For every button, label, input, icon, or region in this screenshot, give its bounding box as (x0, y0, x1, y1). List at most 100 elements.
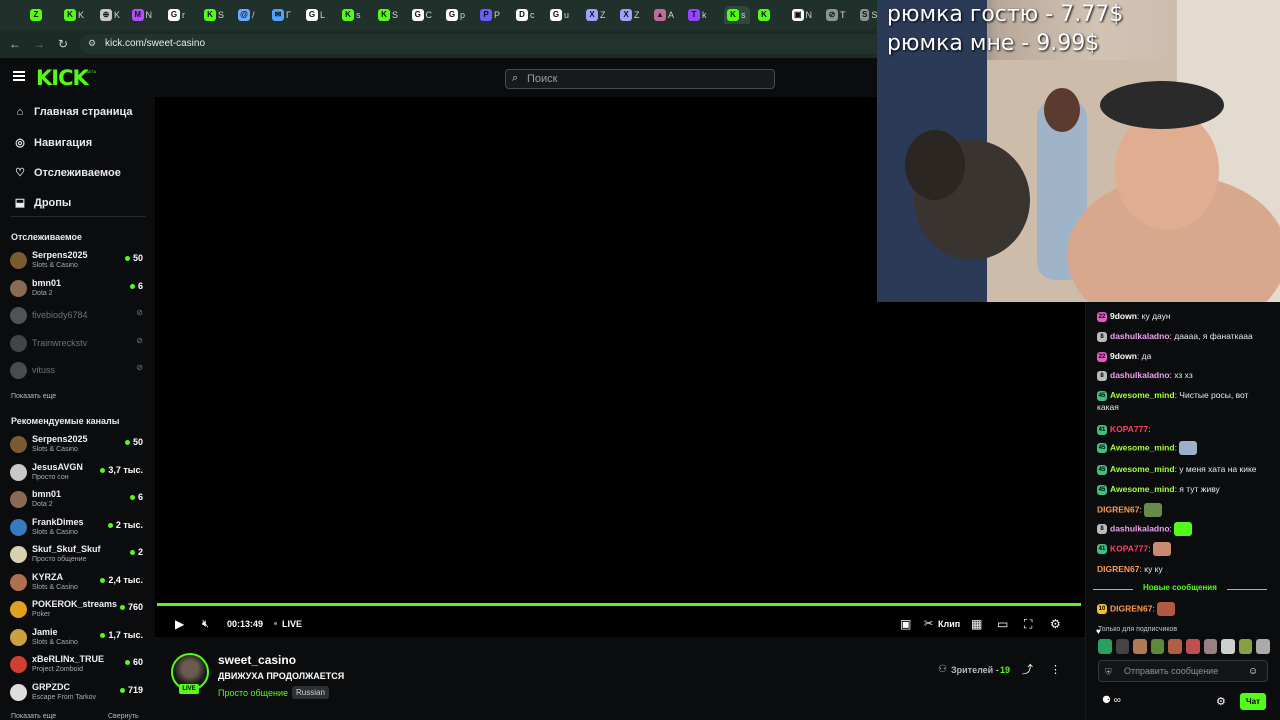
chat-message[interactable]: 8 dashulkaladno: хз хз (1097, 369, 1269, 381)
chat-username[interactable]: KOPA777 (1110, 424, 1148, 434)
chat-username[interactable]: dashulkaladno (1110, 523, 1170, 533)
sidebar-nav-item[interactable]: ⌂ Главная страница (14, 106, 133, 118)
new-messages-divider[interactable]: Новые сообщения (1093, 583, 1271, 595)
chat-message[interactable]: 10 DIGREN67: (1097, 602, 1269, 616)
browser-tab[interactable]: ▣ N (792, 6, 812, 24)
channel-item[interactable]: xBeRLINx_TRUE Project Zomboid 60 (10, 653, 145, 679)
chat-username[interactable]: DIGREN67 (1110, 603, 1153, 613)
fullscreen-icon[interactable]: ⛶ (1024, 617, 1032, 631)
browser-tab[interactable]: PP (480, 6, 500, 24)
chat-username[interactable]: Awesome_mind (1110, 442, 1175, 452)
emote-icon[interactable] (1203, 639, 1218, 654)
chat-username[interactable]: 9down (1110, 311, 1137, 321)
chat-settings-icon[interactable]: ⚙ (1216, 695, 1226, 709)
miniplayer-icon[interactable]: ▣ (900, 617, 911, 631)
streamer-name[interactable]: sweet_casino (218, 653, 296, 667)
emote-icon[interactable] (1221, 639, 1235, 654)
chat-username[interactable]: Awesome_mind (1110, 390, 1175, 400)
live-label[interactable]: LIVE (282, 619, 302, 629)
browser-tab[interactable]: K (758, 6, 778, 24)
share-icon[interactable]: ⤴ (1022, 663, 1033, 677)
browser-tab[interactable]: ▲ A (654, 6, 674, 24)
chat-username[interactable]: dashulkaladno (1110, 331, 1170, 341)
browser-tab[interactable]: KS (204, 6, 224, 24)
chat-message[interactable]: DIGREN67: (1097, 503, 1269, 517)
theater-mode-icon[interactable]: ▭ (997, 617, 1008, 631)
chat-send-button[interactable]: Чат (1240, 693, 1266, 710)
browser-tab[interactable]: MN (132, 6, 152, 24)
channel-item[interactable]: Skuf_Skuf_Skuf Просто общение 2 (10, 543, 145, 569)
browser-tab[interactable]: @ / (238, 6, 258, 24)
show-more-recommended[interactable]: Показать еще (11, 713, 56, 720)
chat-message[interactable]: 41 KOPA777: (1097, 423, 1269, 435)
browser-tab[interactable]: Ks (342, 6, 362, 24)
back-icon[interactable]: ← (7, 36, 23, 52)
browser-tab[interactable]: XZ (620, 6, 640, 24)
chat-message[interactable]: 45 Awesome_mind: (1097, 441, 1269, 455)
channel-item[interactable]: Jamie Slots & Casino 1,7 тыс. (10, 626, 145, 652)
emote-icon[interactable] (1133, 639, 1147, 654)
progress-bar[interactable] (157, 603, 1081, 606)
sidebar-nav-item[interactable]: ♡ Отслеживаемое (14, 166, 121, 180)
channel-item[interactable]: vituss ⊘ (10, 359, 145, 385)
channel-item[interactable]: Trainwreckstv ⊘ (10, 332, 145, 358)
emote-icon[interactable] (1185, 639, 1200, 654)
browser-tab[interactable]: Gr (168, 6, 188, 24)
browser-tab[interactable]: Dc (516, 6, 536, 24)
sidebar-nav-item[interactable]: ⬓ Дропы (14, 196, 72, 210)
quality-icon[interactable]: ▦ (971, 617, 982, 631)
menu-icon[interactable] (13, 71, 25, 81)
channel-item[interactable]: POKEROK_streams Poker 760 (10, 598, 145, 624)
forward-icon[interactable]: → (31, 36, 47, 52)
mute-icon[interactable]: 🔇︎ (202, 617, 209, 631)
chat-message[interactable]: 22 9down: ку даун (1097, 310, 1269, 322)
chat-message[interactable]: 22 9down: да (1097, 350, 1269, 362)
emote-icon[interactable] (1115, 639, 1130, 654)
chat-message[interactable]: 8 dashulkaladno: (1097, 522, 1269, 536)
shield-icon[interactable]: ⛨ (1105, 665, 1112, 679)
channel-item[interactable]: bmn01 Dota 26 (10, 488, 145, 514)
emote-icon[interactable] (1098, 639, 1112, 654)
channel-item[interactable]: fivebiody6784 ⊘ (10, 304, 145, 330)
channel-item[interactable]: FrankDimes Slots & Casino 2 тыс. (10, 516, 145, 542)
sidebar-nav-item[interactable]: ◎ Навигация (14, 136, 92, 150)
clip-icon[interactable]: ✂ (924, 617, 933, 631)
chat-username[interactable]: Awesome_mind (1110, 484, 1175, 494)
chat-message[interactable]: 45 Awesome_mind: у меня хата на кике (1097, 463, 1269, 475)
reload-icon[interactable]: ↻ (55, 36, 71, 52)
emote-icon[interactable] (1150, 639, 1165, 654)
channel-item[interactable]: GRPZDC Escape From Tarkov 719 (10, 681, 145, 707)
browser-tab[interactable]: KS (378, 6, 398, 24)
language-tag[interactable]: Russian (292, 686, 329, 699)
chat-username[interactable]: KOPA777 (1110, 543, 1148, 553)
channel-item[interactable]: KYRZA Slots & Casino 2,4 тыс. (10, 571, 145, 597)
browser-tab[interactable]: GC (412, 6, 432, 24)
chat-message[interactable]: 45 Awesome_mind: Чистые росы, вот какая (1097, 389, 1269, 413)
stream-category[interactable]: Просто общение (218, 688, 288, 698)
chat-message[interactable]: 8 dashulkaladno: даааа, я фанаткааа (1097, 330, 1269, 342)
browser-tab[interactable]: Gu (550, 6, 570, 24)
channel-item[interactable]: JesusAVGN Просто сон 3,7 тыс. (10, 461, 145, 487)
emote-icon[interactable] (1168, 639, 1182, 654)
channel-item[interactable]: Serpens2025 Slots & Casino 50 (10, 433, 145, 459)
more-options-icon[interactable]: ⋮ (1050, 663, 1061, 677)
show-more-following[interactable]: Показать еще (11, 393, 56, 400)
chat-message[interactable]: DIGREN67: ку ку (1097, 563, 1269, 575)
chat-username[interactable]: DIGREN67 (1097, 564, 1140, 574)
browser-tab[interactable]: GL (306, 6, 326, 24)
settings-icon[interactable]: ⚙ (1050, 617, 1061, 631)
browser-tab[interactable]: Gp (446, 6, 466, 24)
browser-tab[interactable]: Z (30, 6, 50, 24)
channel-points[interactable]: ⚈ ∞ (1102, 695, 1121, 706)
browser-tab[interactable]: KK (64, 6, 84, 24)
channel-item[interactable]: bmn01 Dota 26 (10, 277, 145, 303)
channel-item[interactable]: Serpens2025 Slots & Casino 50 (10, 249, 145, 275)
chat-message[interactable]: 45 Awesome_mind: я тут живу (1097, 483, 1269, 495)
play-icon[interactable]: ▶ (175, 617, 184, 631)
chat-username[interactable]: Awesome_mind (1110, 464, 1175, 474)
browser-tab[interactable]: ⊘ T (826, 6, 846, 24)
site-info-icon[interactable]: ⚙ (88, 38, 96, 49)
chat-username[interactable]: 9down (1110, 351, 1137, 361)
clip-button[interactable]: Клип (938, 619, 960, 629)
collapse-recommended[interactable]: Свернуть (108, 713, 139, 720)
